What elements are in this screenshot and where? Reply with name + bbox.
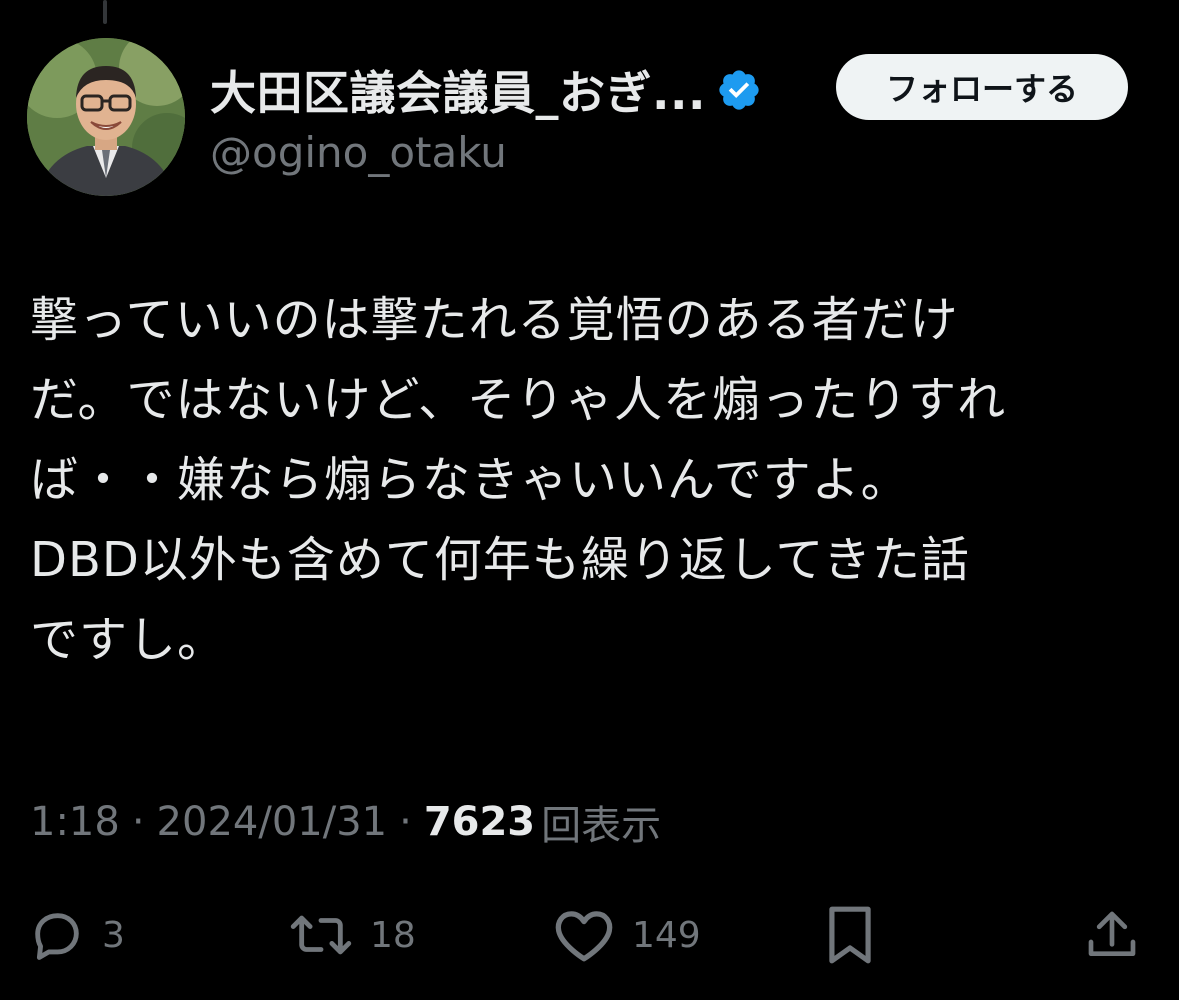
meta-separator: · bbox=[399, 799, 412, 845]
tweet-meta: 1:18 · 2024/01/31 · 7623 回表示 bbox=[30, 792, 661, 852]
reply-button[interactable]: 3 bbox=[28, 900, 125, 970]
thread-connector-line bbox=[103, 0, 107, 24]
meta-separator: · bbox=[131, 799, 145, 845]
author-handle[interactable]: @ogino_otaku bbox=[210, 128, 507, 177]
share-icon bbox=[1088, 911, 1136, 956]
avatar[interactable] bbox=[27, 38, 185, 196]
heart-icon bbox=[555, 911, 613, 962]
tweet-date[interactable]: 2024/01/31 bbox=[157, 799, 388, 845]
bookmark-icon bbox=[829, 906, 871, 964]
avatar-image bbox=[27, 38, 185, 196]
retweet-icon bbox=[290, 915, 352, 955]
tweet-time[interactable]: 1:18 bbox=[30, 799, 120, 845]
views-count[interactable]: 7623 bbox=[424, 799, 535, 845]
like-button[interactable]: 149 bbox=[552, 900, 701, 970]
bookmark-button[interactable] bbox=[826, 900, 874, 970]
reply-icon bbox=[35, 913, 79, 960]
retweet-count: 18 bbox=[370, 914, 416, 956]
display-name[interactable]: 大田区議会議員_おぎ... bbox=[210, 57, 706, 123]
follow-button[interactable]: フォローする bbox=[836, 54, 1128, 120]
reply-count: 3 bbox=[102, 914, 125, 956]
like-count: 149 bbox=[632, 914, 701, 956]
verified-badge-icon[interactable] bbox=[716, 67, 762, 113]
share-button[interactable] bbox=[1084, 900, 1140, 970]
tweet-actions-bar: 3 18 149 bbox=[0, 900, 1179, 970]
author-name-row[interactable]: 大田区議会議員_おぎ... bbox=[210, 58, 762, 122]
retweet-button[interactable]: 18 bbox=[288, 900, 416, 970]
tweet-text: 撃っていいのは撃たれる覚悟のある者だけ だ。ではないけど、そりゃ人を煽ったりすれ… bbox=[30, 292, 1007, 668]
views-label[interactable]: 回表示 bbox=[541, 793, 661, 851]
